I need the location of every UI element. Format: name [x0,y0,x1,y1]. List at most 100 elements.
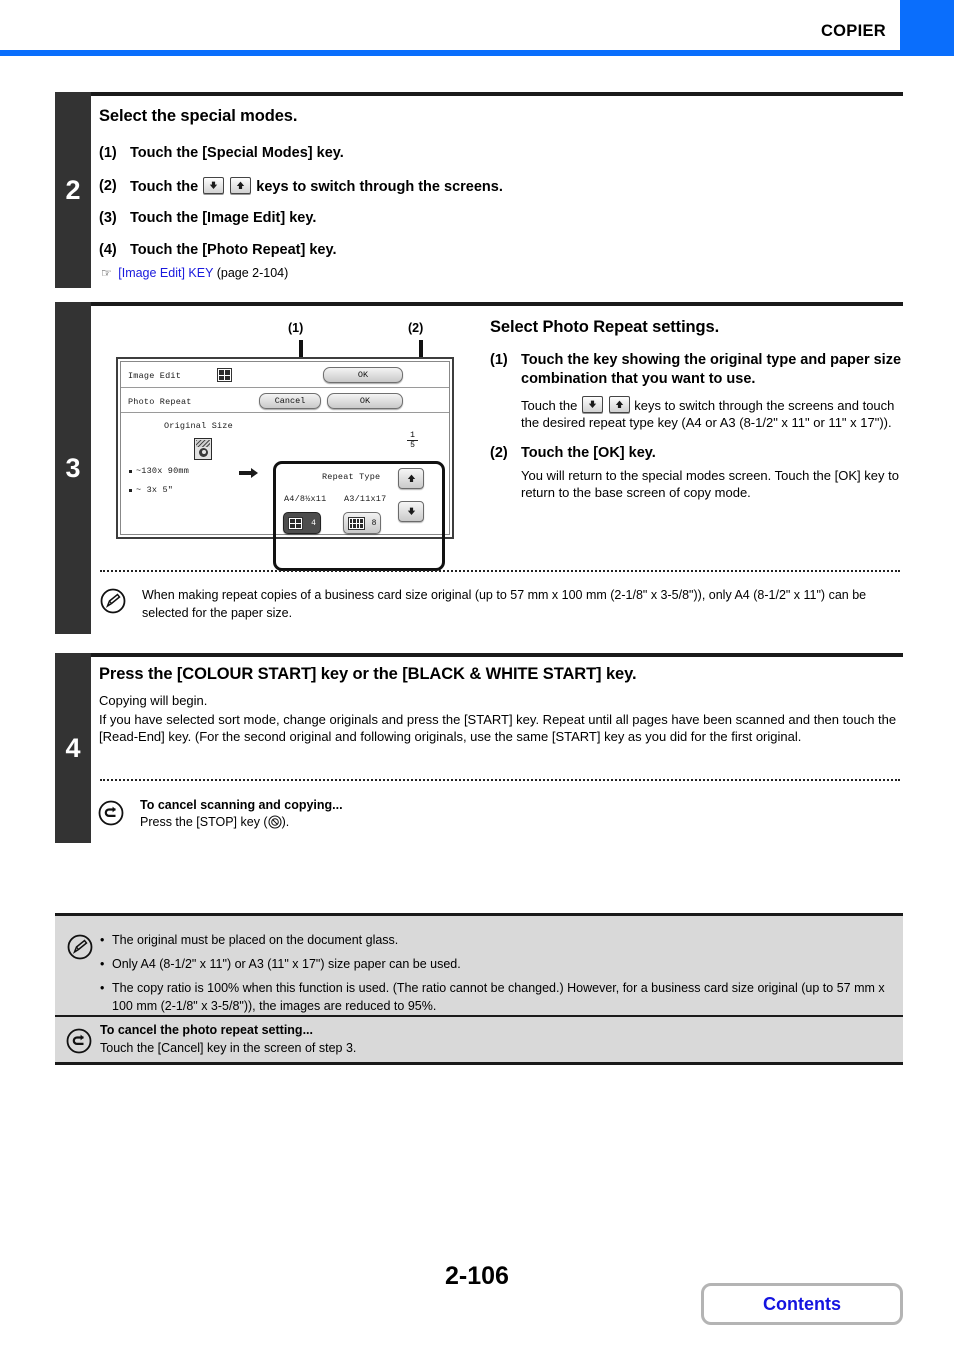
step-2-substep-4: (4) Touch the [Photo Repeat] key. [99,242,899,258]
pointing-hand-icon: ☞ [101,266,112,280]
bullet-item: • Only A4 (8-1/2" x 11") or A3 (11" x 17… [100,955,890,973]
substep-number: (3) [99,210,117,226]
cancel-note-text-after: ). [281,815,290,829]
repeat-type-key-a3[interactable]: 8 [343,512,381,534]
up-arrow-key-icon[interactable] [230,177,252,194]
step-4-cancel-note: To cancel scanning and copying... Press … [140,798,880,832]
callout-label-1: (1) [288,321,304,335]
substep-text: Touch the key showing the original type … [521,352,902,388]
step-3-note-text: When making repeat copies of a business … [142,588,867,621]
step-3-note-separator [100,570,900,572]
step-2-substep-1: (1) Touch the [Special Modes] key. [99,145,899,161]
step-4-line-2: If you have selected sort mode, change o… [99,711,897,745]
lcd-scroll-down-button[interactable] [398,501,424,522]
lcd-main-area: Original Size ~130x 90mm ~ 3x 5" Repeat … [121,413,449,571]
detail-text-before: Touch the [521,397,578,413]
substep-number: (1) [99,145,117,161]
substep-text-after: keys to switch through the screens. [256,179,503,195]
bullet-text: Only A4 (8-1/2" x 11") or A3 (11" x 17")… [112,957,461,972]
bottom-cancel-text: Touch the [Cancel] key in the screen of … [100,1041,357,1055]
up-arrow-key-icon[interactable] [608,395,630,413]
step-2-title: Select the special modes. [99,107,298,125]
lcd-scroll-up-button[interactable] [398,468,424,489]
lcd-subtitle-label: Photo Repeat [128,397,192,407]
down-arrow-key-icon[interactable] [582,395,603,413]
contents-button[interactable]: Contents [701,1283,903,1325]
substep-text: Touch the [Image Edit] key. [130,210,317,226]
lcd-header-ok-button[interactable]: OK [323,367,403,383]
step-3-substep-1-detail: Touch the keys to switch through the scr… [521,395,902,432]
grid-4-icon [217,368,232,382]
step-2-substep-2: (2) Touch the keys to switch through the… [99,177,899,195]
lcd-screen-illustration: Image Edit OK Photo Repeat Cancel OK Ori… [116,357,454,571]
grid-4-icon [288,516,304,530]
page-title: COPIER [820,22,886,40]
lcd-ok-button[interactable]: OK [327,393,403,409]
bullet-text: The original must be placed on the docum… [112,933,399,947]
right-arrow-icon [239,466,259,484]
step-2-number: 2 [55,92,91,288]
bottom-notes-bullets: • The original must be placed on the doc… [100,928,890,1016]
cancel-note-text: Press the [STOP] key ( ). [140,815,880,832]
repeat-type-label-1: A4/8½x11 [284,494,327,504]
photo-original-icon [194,438,212,460]
bullet-item: • The original must be placed on the doc… [100,931,890,949]
substep-text: Touch the [Special Modes] key. [130,145,344,161]
down-arrow-key-icon[interactable] [203,177,225,194]
contents-button-label: Contents [763,1293,841,1314]
bottom-notes-box: • The original must be placed on the doc… [55,913,903,1065]
undo-arrow-icon [66,1028,92,1054]
step-3-substep-2: (2) Touch the [OK] key. [490,445,902,461]
callout-label-2: (2) [408,321,424,335]
substep-number: (1) [490,352,508,368]
step-4-note-separator [100,779,900,781]
page-header: COPIER [0,0,954,50]
substep-number: (2) [490,444,508,461]
step-4-title: Press the [COLOUR START] key or the [BLA… [99,665,637,683]
step-4-line-1: Copying will begin. [99,693,208,708]
bullet-dot: • [100,981,105,996]
step-3-body: Select Photo Repeat settings. (1) Touch … [490,318,902,502]
detail-text-after: keys to switch through the screens and t… [521,397,895,431]
bullet-dot [129,489,132,492]
reference-link[interactable]: [Image Edit] KEY [118,266,213,280]
repeat-type-label-2: A3/11x17 [344,494,387,504]
step-3-title: Select Photo Repeat settings. [490,318,720,336]
step-2-substep-3: (3) Touch the [Image Edit] key. [99,210,899,226]
lcd-inner-frame: Image Edit OK Photo Repeat Cancel OK Ori… [120,361,450,571]
substep-text-before: Touch the [130,179,199,195]
substep-number: (4) [99,242,117,258]
lcd-original-size-2: ~ 3x 5" [136,485,174,495]
step-4-body: Press the [COLOUR START] key or the [BLA… [99,653,899,746]
grid-8-icon [347,516,365,530]
substep-text: Touch the [OK] key. [521,444,656,461]
bullet-dot [129,470,132,473]
step-3-top-rule [55,302,903,306]
lcd-title-bar: Image Edit OK [121,362,449,388]
lcd-page-indicator: 1 5 [407,431,418,450]
cancel-note-title: To cancel scanning and copying... [140,798,343,812]
pencil-note-icon [67,934,93,960]
repeat-type-count-a3: 8 [371,518,377,528]
lcd-cancel-button[interactable]: Cancel [259,393,321,409]
repeat-type-key-a4[interactable]: 4 [283,512,321,534]
stop-key-icon [268,815,282,832]
bullet-dot: • [100,933,105,947]
pencil-note-icon [100,588,126,614]
substep-text: Touch the [Photo Repeat] key. [130,242,337,258]
lcd-subtitle-bar: Photo Repeat Cancel OK [121,388,449,413]
header-rule [0,50,954,56]
step-3-number: 3 [55,302,91,634]
page-indicator-total: 5 [410,441,415,451]
repeat-type-count-a4: 4 [311,518,316,528]
header-accent-tab [900,0,954,50]
step-2-reference[interactable]: ☞ [Image Edit] KEY (page 2-104) [101,266,899,280]
bottom-cancel-note: To cancel the photo repeat setting... To… [100,1023,880,1055]
page-indicator-current: 1 [410,431,415,440]
bullet-item: • The copy ratio is 100% when this funct… [100,979,890,1015]
bullet-text: The copy ratio is 100% when this functio… [112,981,885,1014]
bottom-cancel-title: To cancel the photo repeat setting... [100,1023,313,1037]
cancel-note-text-before: Press the [STOP] key ( [140,815,268,829]
lcd-original-size-1: ~130x 90mm [136,466,190,476]
step-3-substep-2-detail: You will return to the special modes scr… [521,467,899,501]
